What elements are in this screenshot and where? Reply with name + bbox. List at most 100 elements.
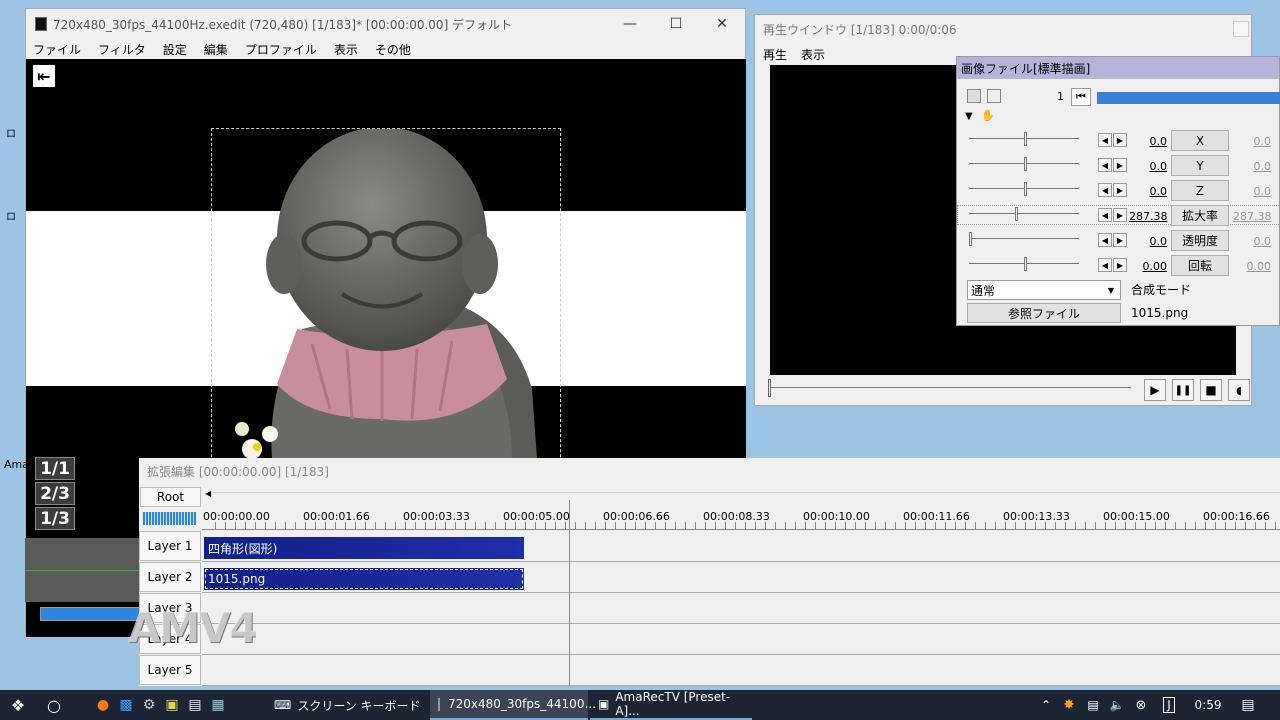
root-button[interactable]: Root	[140, 487, 201, 507]
zoom-1-1-button[interactable]: 1/1	[35, 457, 75, 480]
hand-icon[interactable]: ✋	[981, 109, 995, 122]
param-name-button[interactable]: 拡大率	[1171, 205, 1229, 226]
menu-profile[interactable]: プロファイル	[245, 41, 317, 58]
param-name-button[interactable]: X	[1171, 130, 1229, 151]
param-end-value[interactable]: 0.0	[1233, 135, 1272, 148]
layer-label[interactable]: Layer 5	[139, 655, 201, 685]
taskbar-item-keyboard[interactable]: ⌨ スクリーン キーボード	[266, 690, 426, 720]
param-slider[interactable]	[969, 257, 1079, 271]
param-start-value[interactable]: 0.0	[1129, 135, 1168, 148]
param-slider[interactable]	[969, 207, 1079, 221]
app-icon-c[interactable]: ▤	[186, 690, 204, 720]
taskbar-item-amarec[interactable]: ▣ AmaRecTV [Preset-A]...	[590, 690, 752, 720]
expand-toggle-icon[interactable]: ▼	[965, 111, 973, 122]
frame-bar[interactable]	[1097, 92, 1280, 104]
playback-titlebar[interactable]: 再生ウインドウ [1/183] 0:00/0:06	[755, 15, 1251, 43]
close-icon[interactable]: ✕	[699, 9, 745, 39]
decrement-arrow-icon[interactable]: ◀	[1098, 133, 1112, 147]
decrement-arrow-icon[interactable]: ◀	[1098, 208, 1112, 222]
volume-icon[interactable]: 🔈	[1108, 690, 1126, 720]
start-button[interactable]: ❖	[4, 690, 32, 720]
app-icon-a[interactable]: ⚙	[140, 690, 158, 720]
taskbar-item-aviutl[interactable]: 720x480_30fps_44100...	[430, 690, 596, 720]
image-icon-2[interactable]	[987, 89, 1001, 103]
layer-row[interactable]	[202, 655, 1280, 686]
progress-bar[interactable]	[40, 607, 140, 621]
layer-row[interactable]	[202, 624, 1280, 655]
playback-close-icon[interactable]	[1233, 21, 1249, 37]
menu-display[interactable]: 表示	[801, 46, 825, 63]
param-end-value[interactable]: 0.00	[1233, 260, 1272, 273]
increment-arrow-icon[interactable]: ▶	[1113, 233, 1127, 247]
decrement-arrow-icon[interactable]: ◀	[1098, 158, 1112, 172]
cortana-icon[interactable]: ○	[40, 690, 68, 720]
layer-label[interactable]: Layer 1	[139, 531, 201, 561]
ime-icon[interactable]: J	[1158, 690, 1180, 720]
slider-thumb[interactable]	[1024, 132, 1027, 146]
timeline-titlebar[interactable]: 拡張編集 [00:00:00.00] [1/183]	[139, 458, 1280, 484]
slider-thumb[interactable]	[1024, 182, 1027, 196]
network-icon[interactable]: ▤	[1084, 690, 1102, 720]
mute-icon[interactable]: ⊗	[1132, 690, 1150, 720]
play-button[interactable]: ▶	[1144, 379, 1166, 401]
main-window-titlebar[interactable]: 720x480_30fps_44100Hz.exedit (720,480) […	[26, 9, 745, 39]
playback-seekbar[interactable]	[769, 387, 1131, 388]
minimize-icon[interactable]: —	[607, 9, 653, 39]
clip-layer-1[interactable]: 四角形(図形)	[204, 537, 524, 559]
param-name-button[interactable]: Z	[1171, 180, 1229, 201]
param-name-button[interactable]: Y	[1171, 155, 1229, 176]
increment-arrow-icon[interactable]: ▶	[1113, 208, 1127, 222]
layer-label[interactable]: Layer 2	[139, 562, 201, 592]
blend-mode-select[interactable]: 通常 ▼	[967, 280, 1121, 300]
param-end-value[interactable]: 0.0	[1233, 160, 1272, 173]
firefox-icon[interactable]: ●	[94, 690, 112, 720]
image-icon-1[interactable]	[967, 89, 981, 103]
param-slider[interactable]	[969, 157, 1079, 171]
param-slider[interactable]	[969, 132, 1079, 146]
stop-button[interactable]: ■	[1200, 379, 1222, 401]
notification-icon[interactable]: ▤	[1236, 690, 1260, 720]
explorer-icon[interactable]: ▩	[117, 690, 135, 720]
ref-file-button[interactable]: 参照ファイル	[967, 303, 1121, 323]
props-titlebar[interactable]: 画像ファイル[標準描画]	[957, 57, 1279, 79]
zoom-2-3-button[interactable]: 2/3	[35, 482, 75, 505]
param-start-value[interactable]: 0.0	[1129, 235, 1168, 248]
menu-view[interactable]: 表示	[334, 41, 358, 58]
param-name-button[interactable]: 回転	[1171, 255, 1229, 276]
increment-arrow-icon[interactable]: ▶	[1113, 133, 1127, 147]
zoom-1-3-button[interactable]: 1/3	[35, 507, 75, 530]
param-start-value[interactable]: 0.0	[1129, 185, 1168, 198]
param-end-value[interactable]: 287.38	[1233, 210, 1272, 223]
slider-thumb[interactable]	[969, 232, 972, 246]
maximize-icon[interactable]: ☐	[653, 9, 699, 39]
slider-thumb[interactable]	[1015, 207, 1018, 221]
slider-thumb[interactable]	[1024, 157, 1027, 171]
increment-arrow-icon[interactable]: ▶	[1113, 183, 1127, 197]
decrement-arrow-icon[interactable]: ◀	[1098, 233, 1112, 247]
pause-button[interactable]: ❚❚	[1172, 379, 1194, 401]
tray-chevron-icon[interactable]: ⌃	[1038, 690, 1054, 720]
scroll-left-icon[interactable]: ◀	[205, 489, 211, 498]
playback-seek-thumb[interactable]	[768, 379, 771, 397]
clock[interactable]: 0:59	[1188, 690, 1228, 720]
decrement-arrow-icon[interactable]: ◀	[1098, 183, 1112, 197]
decrement-arrow-icon[interactable]: ◀	[1098, 258, 1112, 272]
menu-edit[interactable]: 編集	[204, 41, 228, 58]
tray-app-icon[interactable]: ✸	[1060, 690, 1078, 720]
menu-other[interactable]: その他	[375, 41, 411, 58]
layer-row[interactable]	[202, 593, 1280, 624]
slider-thumb[interactable]	[1024, 257, 1027, 271]
param-start-value[interactable]: 0.00	[1129, 260, 1168, 273]
increment-arrow-icon[interactable]: ▶	[1113, 258, 1127, 272]
menu-file[interactable]: ファイル	[33, 41, 81, 58]
increment-arrow-icon[interactable]: ▶	[1113, 158, 1127, 172]
clip-layer-2[interactable]: 1015.png	[204, 568, 524, 590]
rewind-icon[interactable]: ⏮	[1071, 88, 1091, 106]
param-slider[interactable]	[969, 232, 1079, 246]
param-end-value[interactable]: 0.0	[1233, 235, 1272, 248]
timeline-top-scrollbar[interactable]	[214, 492, 1280, 493]
collapse-sidebar-button[interactable]: ⇤	[33, 65, 55, 87]
audio-icon[interactable]: ◖	[1228, 379, 1250, 401]
app-icon-b[interactable]: ▣	[163, 690, 181, 720]
param-name-button[interactable]: 透明度	[1171, 230, 1229, 251]
